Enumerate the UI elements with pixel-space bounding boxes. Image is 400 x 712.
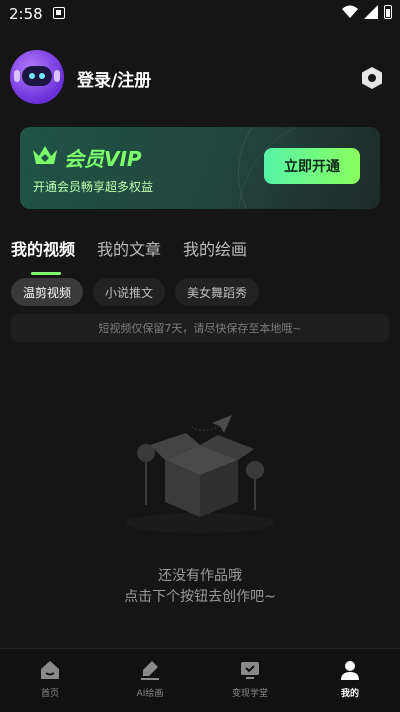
- vip-subtitle: 开通会员畅享超多权益: [33, 180, 154, 194]
- content-tabs: 我的视频 我的文章 我的绘画: [11, 236, 247, 275]
- retention-notice: 短视频仅保留7天，请尽快保存至本地哦~: [11, 314, 389, 342]
- battery-icon: [384, 5, 392, 19]
- robot-eye-right: [39, 73, 45, 79]
- avatar[interactable]: [10, 50, 64, 104]
- nav-label: AI绘画: [136, 689, 164, 699]
- nav-label: 我的: [340, 689, 359, 699]
- status-bar: 2:58: [0, 0, 400, 28]
- category-chips: 温剪视频 小说推文 美女舞蹈秀: [11, 278, 260, 306]
- classroom-icon: [241, 662, 259, 679]
- nav-ai-painting[interactable]: AI绘画: [100, 649, 200, 712]
- signal-icon: [364, 5, 378, 19]
- robot-face-icon: [22, 66, 52, 86]
- status-icons: [342, 5, 392, 19]
- bottom-navigation: 首页 AI绘画 变现学堂 我的: [0, 648, 400, 712]
- empty-box-illustration: [125, 415, 275, 533]
- avatar-ear-right: [54, 70, 60, 82]
- tab-label: 我的绘画: [183, 240, 248, 259]
- nav-label: 变现学堂: [231, 689, 268, 699]
- crown-icon: [33, 146, 57, 164]
- tab-label: 我的文章: [97, 240, 162, 259]
- tab-label: 我的视频: [11, 240, 76, 259]
- active-tab-indicator: [31, 272, 61, 275]
- wifi-icon: [342, 5, 358, 18]
- tab-my-videos[interactable]: 我的视频: [11, 236, 76, 275]
- empty-state-hint: 点击下个按钮去创作吧~: [124, 589, 276, 605]
- nav-monetize-school[interactable]: 变现学堂: [200, 649, 300, 712]
- vip-title: 会员VIP: [64, 147, 142, 171]
- nav-label: 首页: [40, 689, 59, 699]
- profile-header: 登录/注册: [10, 50, 390, 104]
- nav-mine[interactable]: 我的: [300, 649, 400, 712]
- notification-icon: [53, 7, 65, 19]
- tab-my-articles[interactable]: 我的文章: [97, 236, 161, 270]
- avatar-ear-left: [14, 70, 20, 82]
- home-icon: [41, 661, 59, 679]
- tab-my-paintings[interactable]: 我的绘画: [183, 236, 247, 270]
- chip-dance-show[interactable]: 美女舞蹈秀: [175, 278, 260, 306]
- user-icon: [341, 661, 359, 680]
- login-register-link[interactable]: 登录/注册: [77, 66, 151, 91]
- robot-eye-left: [29, 73, 35, 79]
- chip-novel-promo[interactable]: 小说推文: [93, 278, 166, 306]
- brush-icon: [141, 661, 159, 680]
- settings-hexagon-icon[interactable]: [360, 66, 384, 90]
- vip-banner[interactable]: 会员VIP 开通会员畅享超多权益 立即开通: [20, 127, 380, 209]
- chip-video-edit[interactable]: 温剪视频: [11, 278, 84, 306]
- status-time: 2:58: [9, 5, 43, 23]
- nav-home[interactable]: 首页: [0, 649, 100, 712]
- empty-state-title: 还没有作品哦: [158, 568, 242, 584]
- open-vip-button[interactable]: 立即开通: [264, 148, 360, 184]
